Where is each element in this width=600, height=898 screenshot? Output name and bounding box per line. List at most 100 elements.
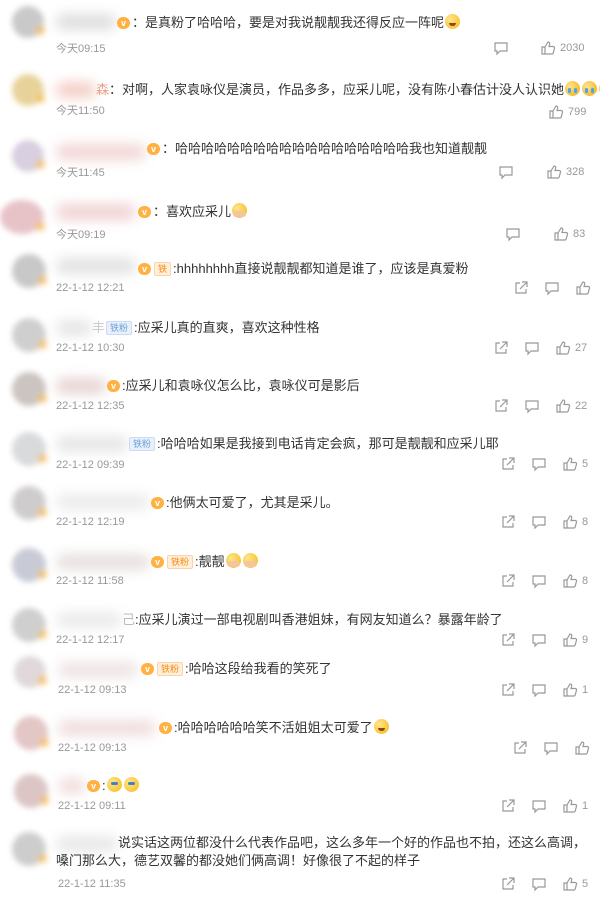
username-masked[interactable] bbox=[56, 494, 150, 510]
share-button[interactable] bbox=[500, 682, 516, 698]
comment-text: ：是真粉了哈哈哈，要是对我说靓靓我还得反应一阵呢 bbox=[132, 15, 445, 30]
username-masked[interactable] bbox=[56, 258, 136, 274]
like-button[interactable]: 1 bbox=[562, 682, 588, 698]
username-masked[interactable] bbox=[58, 778, 86, 794]
share-button[interactable] bbox=[500, 632, 516, 648]
avatar[interactable] bbox=[12, 318, 46, 352]
comment-time: 今天09:15 bbox=[56, 43, 106, 55]
avatar[interactable] bbox=[12, 372, 46, 406]
cover-face-emoji-icon bbox=[242, 553, 258, 568]
reply-button[interactable] bbox=[493, 40, 509, 56]
share-button[interactable] bbox=[513, 280, 529, 296]
comment-icon bbox=[525, 342, 539, 356]
comment-body: 丰铁粉:应采儿真的直爽，喜欢这种性格 bbox=[92, 319, 320, 337]
share-button[interactable] bbox=[493, 340, 509, 356]
username-masked[interactable] bbox=[58, 662, 138, 678]
username-masked[interactable] bbox=[56, 378, 106, 394]
like-button[interactable]: 2030 bbox=[540, 40, 584, 56]
like-button[interactable]: 8 bbox=[562, 514, 588, 530]
reply-button[interactable] bbox=[524, 340, 540, 356]
avatar[interactable] bbox=[14, 774, 48, 808]
comment-body: v 铁粉:哈哈这段给我看的笑死了 bbox=[140, 660, 332, 678]
comment-text: ：喜欢应采儿 bbox=[153, 204, 232, 219]
comment-body: 己:应采儿演过一部电视剧叫香港姐妹，有网友知道么？暴露年龄了 bbox=[122, 611, 503, 629]
share-button[interactable] bbox=[500, 573, 516, 589]
like-button[interactable]: 1 bbox=[562, 798, 588, 814]
share-icon bbox=[502, 515, 515, 528]
avatar[interactable] bbox=[14, 716, 48, 750]
like-button[interactable]: 328 bbox=[546, 164, 584, 180]
like-button[interactable]: 83 bbox=[553, 226, 585, 242]
like-count: 27 bbox=[575, 342, 588, 354]
thumbs-up-icon bbox=[563, 515, 578, 529]
avatar[interactable] bbox=[12, 140, 44, 172]
username-masked[interactable] bbox=[56, 204, 136, 220]
reply-button[interactable] bbox=[524, 398, 540, 414]
comment-text: :靓靓 bbox=[195, 554, 225, 569]
share-button[interactable] bbox=[512, 740, 528, 756]
like-button[interactable]: 22 bbox=[555, 398, 587, 414]
avatar[interactable] bbox=[12, 608, 46, 642]
username-masked[interactable] bbox=[56, 14, 116, 30]
thumbs-up-icon bbox=[563, 633, 578, 647]
comment-text: ：哈哈哈哈哈哈哈哈哈哈哈哈哈哈哈哈哈哈我也知道靓靓 bbox=[162, 141, 488, 156]
username-masked[interactable] bbox=[56, 320, 92, 336]
reply-button[interactable] bbox=[531, 798, 547, 814]
like-button[interactable]: 27 bbox=[555, 340, 587, 356]
reply-button[interactable] bbox=[531, 514, 547, 530]
reply-button[interactable] bbox=[531, 456, 547, 472]
reply-button[interactable] bbox=[531, 573, 547, 589]
username-masked[interactable] bbox=[56, 436, 128, 452]
avatar[interactable] bbox=[12, 74, 44, 106]
share-button[interactable] bbox=[500, 456, 516, 472]
reply-button[interactable] bbox=[531, 876, 547, 892]
share-icon bbox=[514, 741, 527, 754]
avatar[interactable] bbox=[12, 832, 46, 866]
avatar[interactable] bbox=[12, 486, 46, 520]
share-button[interactable] bbox=[500, 514, 516, 530]
avatar[interactable] bbox=[12, 6, 44, 38]
comment-icon bbox=[532, 800, 546, 814]
thumbs-up-icon bbox=[556, 399, 571, 413]
username-masked[interactable] bbox=[56, 554, 150, 570]
vip-crown-icon: v bbox=[138, 206, 152, 218]
reply-button[interactable] bbox=[505, 226, 521, 242]
username-fragment[interactable]: 丰 bbox=[92, 320, 105, 335]
comment-body: 森：对啊，人家袁咏仪是演员，作品多多，应采儿呢，没有陈小春估计没人认识她 bbox=[96, 81, 600, 99]
avatar[interactable] bbox=[14, 656, 46, 688]
username-masked[interactable] bbox=[56, 612, 122, 628]
username-masked[interactable] bbox=[56, 82, 96, 98]
reply-button[interactable] bbox=[543, 740, 559, 756]
thumbs-up-icon bbox=[563, 457, 578, 471]
username-fragment[interactable]: 己 bbox=[122, 612, 135, 627]
comment-body: v:应采儿和袁咏仪怎么比，袁咏仪可是影后 bbox=[106, 377, 360, 395]
reply-button[interactable] bbox=[498, 164, 514, 180]
share-button[interactable] bbox=[500, 798, 516, 814]
share-button[interactable] bbox=[500, 876, 516, 892]
comment-icon bbox=[532, 878, 546, 892]
reply-button[interactable] bbox=[531, 632, 547, 648]
like-button[interactable]: 799 bbox=[548, 104, 586, 120]
reply-button[interactable] bbox=[544, 280, 560, 296]
thumbs-up-icon bbox=[563, 877, 578, 891]
like-button[interactable]: 8 bbox=[562, 573, 588, 589]
like-button[interactable]: 9 bbox=[562, 632, 588, 648]
avatar[interactable] bbox=[12, 432, 46, 466]
username-masked[interactable] bbox=[56, 144, 146, 160]
avatar[interactable] bbox=[0, 200, 44, 234]
reply-button[interactable] bbox=[531, 682, 547, 698]
share-button[interactable] bbox=[493, 398, 509, 414]
username-fragment[interactable]: 森 bbox=[96, 82, 109, 97]
like-button[interactable]: 5 bbox=[562, 456, 588, 472]
like-button[interactable]: 5 bbox=[562, 876, 588, 892]
vip-crown-icon: v bbox=[107, 380, 121, 392]
comment-text: : bbox=[102, 778, 106, 793]
like-button[interactable] bbox=[574, 740, 594, 756]
avatar[interactable] bbox=[12, 254, 46, 288]
comment-body: v 铁粉:靓靓 bbox=[150, 553, 259, 571]
like-button[interactable] bbox=[575, 280, 595, 296]
username-masked[interactable] bbox=[58, 720, 156, 736]
fan-badge: 铁粉 bbox=[106, 321, 133, 335]
avatar[interactable] bbox=[12, 548, 46, 582]
comment-text: :应采儿和袁咏仪怎么比，袁咏仪可是影后 bbox=[122, 378, 360, 393]
